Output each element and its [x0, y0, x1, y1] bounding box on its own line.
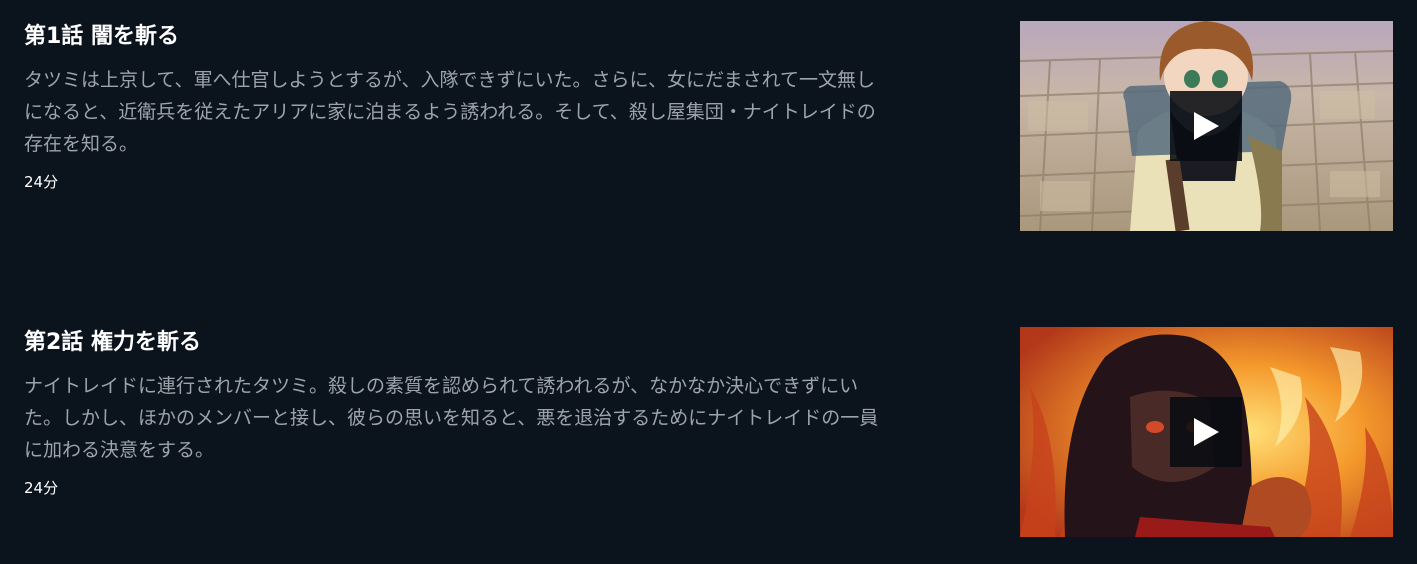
episode-item: 第2話 権力を斬る ナイトレイドに連行されたタツミ。殺しの素質を認められて誘われ…	[0, 324, 1417, 539]
episode-duration: 24分	[24, 479, 59, 497]
episode-description: タツミは上京して、軍へ仕官しようとするが、入隊できずにいた。さらに、女にだまされ…	[24, 64, 979, 160]
episode-thumbnail[interactable]	[1020, 21, 1393, 231]
description-line: に加わる決意をする。	[24, 439, 215, 461]
description-line: になると、近衛兵を従えたアリアに家に泊まるよう誘われる。そして、殺し屋集団・ナイ…	[24, 101, 876, 123]
play-icon	[1194, 418, 1219, 446]
play-icon	[1194, 112, 1219, 140]
episode-item: 第1話 闇を斬る タツミは上京して、軍へ仕官しようとするが、入隊できずにいた。さ…	[0, 18, 1417, 233]
episode-thumbnail[interactable]	[1020, 327, 1393, 537]
episode-title[interactable]: 第1話 闇を斬る	[24, 22, 179, 52]
episode-title[interactable]: 第2話 権力を斬る	[24, 328, 201, 358]
description-line: ナイトレイドに連行されたタツミ。殺しの素質を認められて誘われるが、なかなか決心で…	[24, 375, 859, 397]
description-line: タツミは上京して、軍へ仕官しようとするが、入隊できずにいた。さらに、女にだまされ…	[24, 69, 876, 91]
episode-description: ナイトレイドに連行されたタツミ。殺しの素質を認められて誘われるが、なかなか決心で…	[24, 370, 979, 466]
play-button[interactable]	[1170, 91, 1242, 161]
episode-duration: 24分	[24, 173, 59, 191]
play-button[interactable]	[1170, 397, 1242, 467]
description-line: た。しかし、ほかのメンバーと接し、彼らの思いを知ると、悪を退治するためにナイトレ…	[24, 407, 879, 429]
description-line: 存在を知る。	[24, 133, 139, 155]
